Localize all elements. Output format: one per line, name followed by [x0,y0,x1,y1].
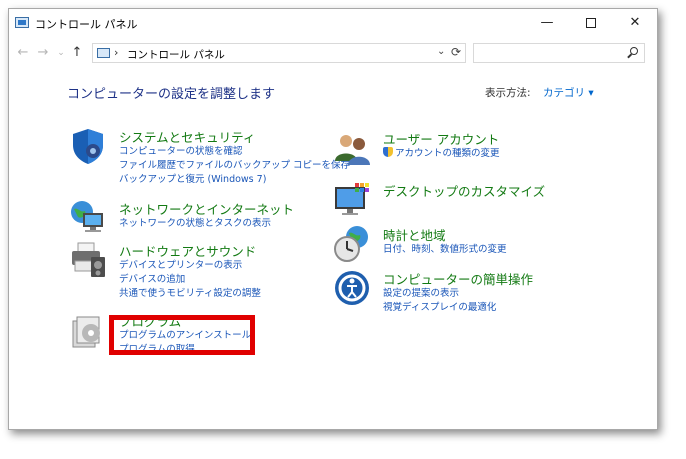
programs-icon[interactable] [69,311,107,349]
monitor-icon[interactable] [333,181,371,219]
breadcrumb-separator-icon[interactable]: › [114,46,118,59]
up-arrow-icon[interactable]: ↑ [69,45,85,60]
printer-icon[interactable] [69,241,107,279]
link-devices-printers[interactable]: デバイスとプリンターの表示 [119,259,261,273]
search-icon[interactable] [630,47,638,55]
page-heading: コンピューターの設定を調整します [67,87,276,102]
clock-globe-icon[interactable] [333,225,371,263]
link-add-device[interactable]: デバイスの追加 [119,273,261,287]
link-backup-restore[interactable]: バックアップと復元 (Windows 7) [119,173,350,187]
category-title[interactable]: システムとセキュリティ [119,127,255,146]
control-panel-icon [97,48,110,58]
link-label[interactable]: アカウントの種類の変更 [395,148,500,159]
title-bar: コントロール パネル — ✕ [9,9,657,39]
link-suggested-settings[interactable]: 設定の提案の表示 [383,287,496,301]
refresh-icon[interactable]: ⟳ [451,45,461,59]
category-title[interactable]: 時計と地域 [383,225,446,244]
shield-icon[interactable] [69,127,107,165]
link-optimize-visual-display[interactable]: 視覚ディスプレイの最適化 [383,301,496,315]
category-title[interactable]: ネットワークとインターネット [119,199,294,218]
view-by-dropdown[interactable]: カテゴリ ▾ [543,85,594,100]
link-check-computer-status[interactable]: コンピューターの状態を確認 [119,145,350,159]
ease-of-access-icon[interactable] [333,269,371,307]
breadcrumb-control-panel[interactable]: コントロール パネル [127,47,225,62]
link-date-time-format[interactable]: 日付、時刻、数値形式の変更 [383,243,507,257]
highlight-box [109,315,255,355]
category-title[interactable]: ユーザー アカウント [383,129,499,148]
close-button[interactable]: ✕ [613,9,657,37]
link-change-account-type[interactable]: アカウントの種類の変更 [383,147,500,161]
link-mobility-settings[interactable]: 共通で使うモビリティ設定の調整 [119,287,261,301]
category-title[interactable]: ハードウェアとサウンド [119,241,256,260]
link-file-history-backup[interactable]: ファイル履歴でファイルのバックアップ コピーを保存 [119,159,350,173]
back-arrow-icon[interactable]: ← [15,45,31,60]
navigation-bar: ← → ⌄ ↑ › コントロール パネル ⌄ ⟳ [9,39,657,69]
users-icon[interactable] [333,129,371,167]
address-bar[interactable]: › コントロール パネル ⌄ ⟳ [92,43,466,63]
category-title[interactable]: コンピューターの簡単操作 [383,269,533,288]
recent-locations-chevron-icon[interactable]: ⌄ [53,48,69,58]
maximize-button[interactable] [569,9,613,37]
minimize-button[interactable]: — [525,9,569,37]
window-title: コントロール パネル [35,18,138,31]
search-input[interactable] [473,43,645,63]
category-title[interactable]: デスクトップのカスタマイズ [383,181,545,200]
control-panel-icon [15,17,29,28]
link-network-status[interactable]: ネットワークの状態とタスクの表示 [119,217,271,231]
uac-shield-icon [383,147,393,157]
forward-arrow-icon[interactable]: → [35,45,51,60]
view-by-label: 表示方法: [485,87,531,99]
maximize-icon [586,17,596,28]
address-dropdown-chevron-icon[interactable]: ⌄ [437,46,445,57]
network-icon[interactable] [69,199,107,237]
control-panel-window: コントロール パネル — ✕ ← → ⌄ ↑ › コントロール パネル ⌄ ⟳ … [8,8,658,430]
